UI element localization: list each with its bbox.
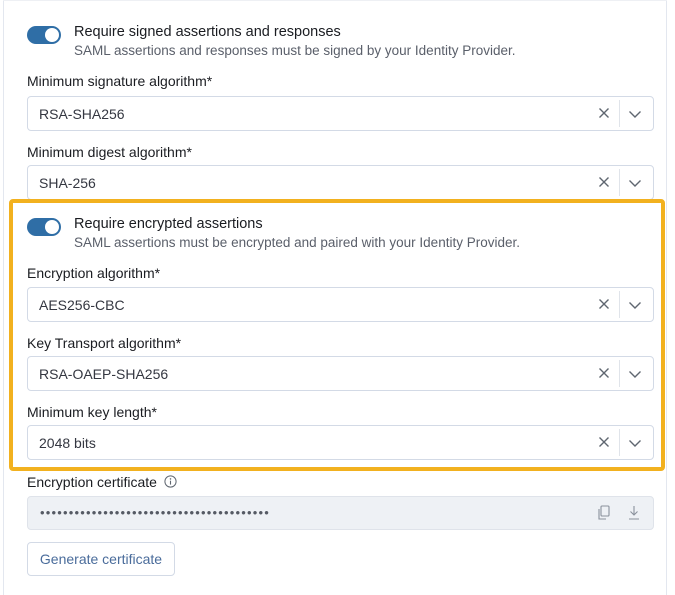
encryption-algorithm-label: Encryption algorithm*: [27, 265, 161, 281]
signed-assertions-description: SAML assertions and responses must be si…: [74, 43, 516, 58]
signature-algorithm-value: RSA-SHA256: [39, 106, 125, 122]
encryption-certificate-field[interactable]: ••••••••••••••••••••••••••••••••••••••••: [27, 496, 654, 530]
signed-assertions-setting: Require signed assertions and responses …: [27, 24, 627, 64]
copy-icon[interactable]: [596, 504, 612, 522]
encryption-algorithm-select[interactable]: AES256-CBC: [27, 287, 654, 322]
digest-algorithm-select[interactable]: SHA-256: [27, 165, 654, 200]
signature-algorithm-label: Minimum signature algorithm*: [27, 73, 213, 89]
digest-algorithm-label: Minimum digest algorithm*: [27, 144, 192, 160]
clear-icon[interactable]: [595, 173, 613, 191]
signature-algorithm-select[interactable]: RSA-SHA256: [27, 96, 654, 131]
chevron-down-icon[interactable]: [626, 174, 644, 192]
chevron-down-icon[interactable]: [626, 105, 644, 123]
signed-assertions-title: Require signed assertions and responses: [74, 24, 341, 40]
clear-icon[interactable]: [595, 433, 613, 451]
clear-icon[interactable]: [595, 295, 613, 313]
select-divider: [619, 169, 620, 196]
encrypted-assertions-description: SAML assertions must be encrypted and pa…: [74, 235, 520, 250]
key-length-value: 2048 bits: [39, 435, 96, 451]
key-transport-select[interactable]: RSA-OAEP-SHA256: [27, 356, 654, 391]
select-divider: [619, 360, 620, 387]
digest-algorithm-value: SHA-256: [39, 175, 96, 191]
select-divider: [619, 291, 620, 318]
toggle-knob: [45, 28, 59, 42]
select-divider: [619, 429, 620, 456]
key-transport-label: Key Transport algorithm*: [27, 335, 182, 351]
key-length-select[interactable]: 2048 bits: [27, 425, 654, 460]
top-divider: [3, 0, 667, 1]
encryption-algorithm-value: AES256-CBC: [39, 297, 125, 313]
encrypted-assertions-setting: Require encrypted assertions SAML assert…: [27, 216, 627, 256]
encryption-certificate-label: Encryption certificate: [27, 474, 157, 490]
generate-certificate-button[interactable]: Generate certificate: [27, 542, 175, 576]
encrypted-assertions-toggle[interactable]: [27, 218, 61, 236]
chevron-down-icon[interactable]: [626, 365, 644, 383]
download-icon[interactable]: [626, 504, 642, 522]
clear-icon[interactable]: [595, 104, 613, 122]
chevron-down-icon[interactable]: [626, 434, 644, 452]
key-length-label: Minimum key length*: [27, 404, 157, 420]
chevron-down-icon[interactable]: [626, 296, 644, 314]
signed-assertions-toggle[interactable]: [27, 26, 61, 44]
key-transport-value: RSA-OAEP-SHA256: [39, 366, 169, 382]
encrypted-assertions-title: Require encrypted assertions: [74, 216, 263, 232]
select-divider: [619, 100, 620, 127]
toggle-knob: [45, 220, 59, 234]
info-icon[interactable]: [164, 475, 177, 488]
certificate-masked-value: ••••••••••••••••••••••••••••••••••••••••: [40, 505, 271, 520]
clear-icon[interactable]: [595, 364, 613, 382]
